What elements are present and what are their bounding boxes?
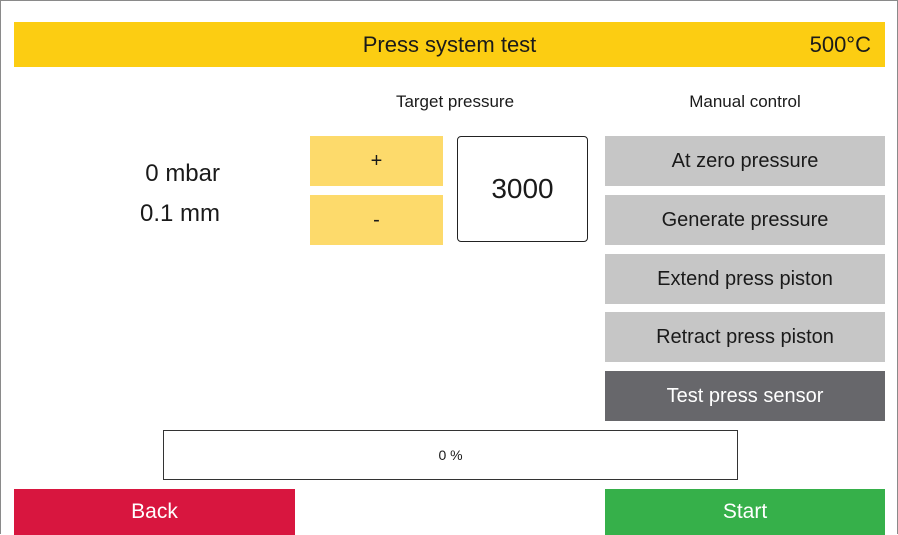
distance-readout: 0.1 mm (139, 200, 220, 227)
test-press-sensor-button[interactable]: Test press sensor (605, 371, 885, 421)
decrease-pressure-button[interactable]: - (310, 195, 443, 245)
target-pressure-field[interactable]: 3000 (457, 136, 588, 242)
target-pressure-label: Target pressure (395, 92, 515, 111)
pressure-readout: 0 mbar (145, 160, 220, 187)
progress-bar: 0 % (163, 430, 738, 480)
increase-pressure-button[interactable]: + (310, 136, 443, 186)
manual-control-label: Manual control (689, 92, 801, 111)
back-button[interactable]: Back (14, 489, 295, 535)
target-pressure-value: 3000 (491, 173, 554, 204)
start-button[interactable]: Start (605, 489, 885, 535)
progress-text: 0 % (438, 447, 463, 463)
retract-press-piston-button[interactable]: Retract press piston (605, 312, 885, 362)
page-title: Press system test (362, 32, 537, 57)
at-zero-pressure-button[interactable]: At zero pressure (605, 136, 885, 186)
header-bar: Press system test 500°C (14, 22, 885, 67)
extend-press-piston-button[interactable]: Extend press piston (605, 254, 885, 304)
temperature-readout: 500°C (809, 32, 871, 57)
generate-pressure-button[interactable]: Generate pressure (605, 195, 885, 245)
